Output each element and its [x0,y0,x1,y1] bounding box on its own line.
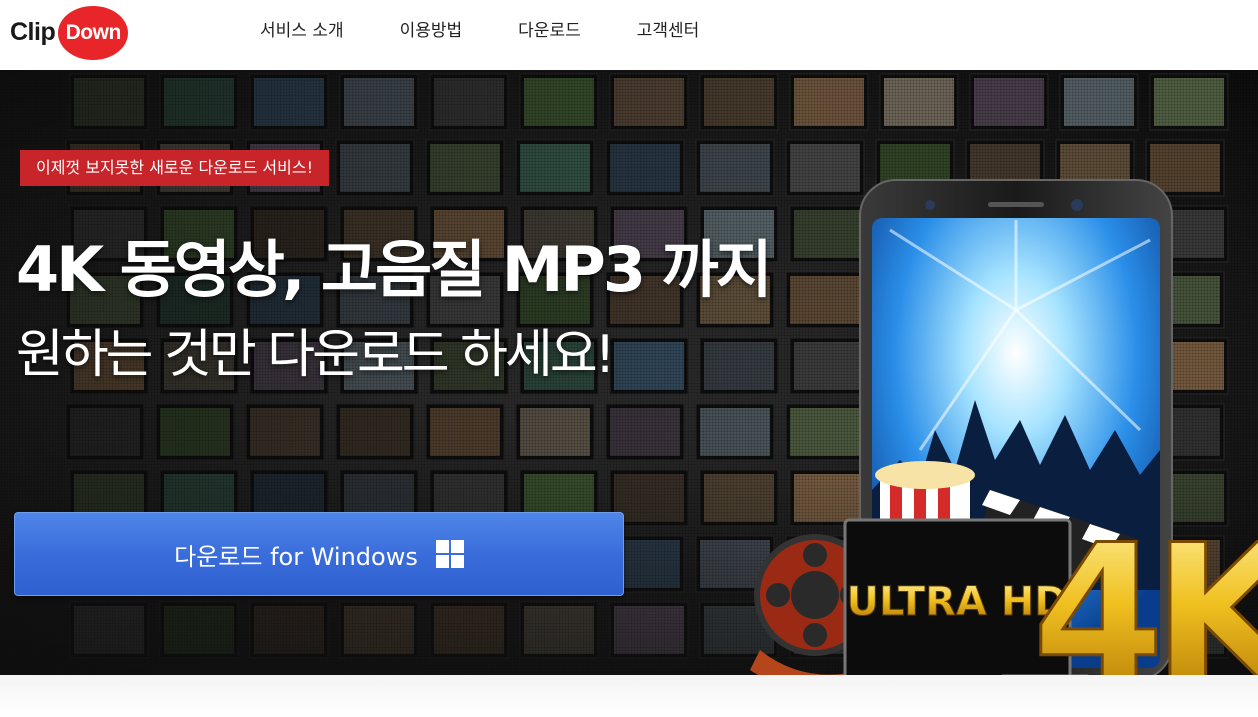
nav-item-service-intro[interactable]: 서비스 소개 [260,18,344,44]
promo-artwork: ULTRA HD 4K [750,179,1258,675]
download-windows-button[interactable]: 다운로드 for Windows [14,512,624,596]
section-divider [0,675,1258,717]
hero-banner: 이제껏 보지못한 새로운 다운로드 서비스! 4K 동영상, 고음질 MP3 까… [0,70,1258,675]
download-button-label: 다운로드 for Windows [174,542,418,571]
logo-clip-text: Clip [10,18,56,46]
main-nav: 서비스 소개 이용방법 다운로드 고객센터 [260,18,699,44]
site-header: Clip Down 서비스 소개 이용방법 다운로드 고객센터 [0,0,1258,70]
4k-text: 4K [1032,504,1258,675]
hero-subline: 원하는 것만 다운로드 하세요! [16,325,616,385]
clipdown-logo[interactable]: Clip Down [10,5,129,60]
nav-item-how-to-use[interactable]: 이용방법 [400,18,463,44]
hero-headline: 4K 동영상, 고음질 MP3 까지 [16,233,773,306]
windows-icon [435,540,464,568]
nav-item-customer-center[interactable]: 고객센터 [637,18,700,44]
promo-badge: 이제껏 보지못한 새로운 다운로드 서비스! [20,150,329,186]
logo-down-badge: Down [58,5,129,60]
logo-down-text: Down [65,20,122,44]
nav-item-download[interactable]: 다운로드 [518,18,581,44]
